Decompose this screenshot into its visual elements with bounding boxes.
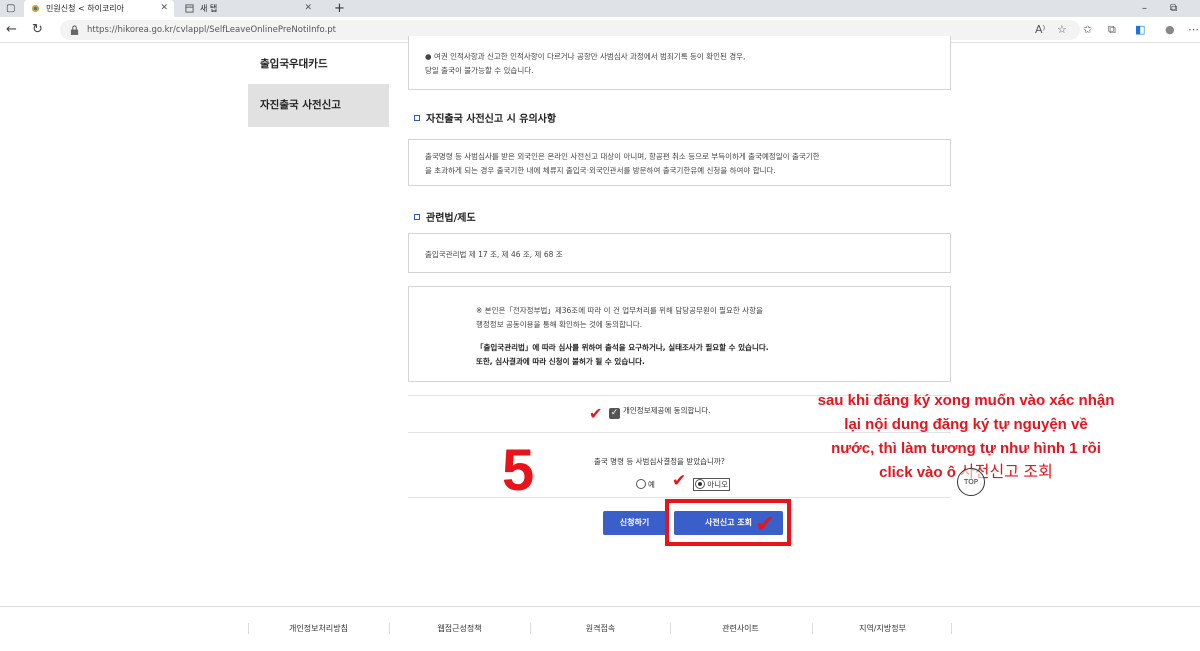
read-aloud-icon[interactable]: A⁾	[1035, 22, 1045, 38]
browser-tab-new[interactable]: 새 탭 ✕	[178, 0, 318, 17]
more-menu-icon[interactable]: ⋯	[1188, 22, 1199, 38]
footer-separator	[530, 623, 531, 634]
back-arrow-icon[interactable]: ←	[6, 21, 17, 39]
apply-button[interactable]: 신청하기	[603, 511, 666, 535]
radio-unselected-icon[interactable]	[636, 479, 646, 489]
precautions-line: 출국명령 등 사범심사를 받은 외국인은 온라인 사전신고 대상이 아니며, 항…	[425, 152, 820, 161]
question-label: 출국 명령 등 사범심사결정을 받았습니까?	[594, 457, 725, 466]
favorites-icon[interactable]: ✩	[1083, 22, 1092, 38]
tab-title: 새 탭	[200, 4, 218, 13]
refresh-icon[interactable]: ↻	[32, 21, 43, 39]
square-bullet-icon	[414, 214, 420, 220]
footer-separator	[389, 623, 390, 634]
section-title-laws: 관련법/제도	[414, 209, 476, 224]
sidebar-item-self-departure[interactable]: 자진출국 사전신고	[248, 84, 389, 127]
footer-link[interactable]: 개인정보처리방침	[256, 623, 381, 634]
agreement-line: 「출입국관리법」에 따라 심사를 위하여 출석을 요구하거나, 실태조사가 필요…	[476, 343, 769, 352]
agreement-box: ※ 본인은「전자정부법」제36조에 따라 이 건 업무처리를 위해 담당공무원이…	[408, 286, 951, 382]
sidebar-item-immigration-card[interactable]: 출입국우대카드	[248, 44, 389, 84]
checkbox-checked-icon[interactable]: ✓	[609, 408, 620, 419]
footer: 개인정보처리방침 웹접근성정책 원격접속 관련사이트 지역/지방정부	[0, 606, 1200, 651]
consent-label: 개인정보제공에 동의합니다.	[623, 406, 711, 415]
browser-tab-active[interactable]: 민원신청 < 하이코리아 ✕	[24, 0, 174, 17]
new-tab-page-icon	[185, 4, 194, 13]
consent-checkbox-row[interactable]: ✓ 개인정보제공에 동의합니다.	[609, 405, 711, 419]
extension-icon[interactable]: ◧	[1135, 22, 1145, 38]
laws-text: 출입국관리법 제 17 조, 제 46 조, 제 68 조	[425, 250, 563, 259]
agreement-line: 또한, 심사결과에 따라 신청이 불허가 될 수 있습니다.	[476, 357, 645, 366]
footer-link[interactable]: 지역/지방정부	[820, 623, 945, 634]
precautions-line: 을 초과하게 되는 경우 출국기한 내에 체류지 출입국·외국인관서를 방문하여…	[425, 166, 776, 175]
agreement-line: ※ 본인은「전자정부법」제36조에 따라 이 건 업무처리를 위해 담당공무원이…	[476, 306, 763, 315]
square-bullet-icon	[414, 115, 420, 121]
agreement-line: 행정정보 공동이용을 통해 확인하는 것에 동의합니다.	[476, 320, 643, 329]
lock-icon	[70, 25, 79, 35]
radio-selected-icon[interactable]	[695, 479, 706, 489]
red-checkmark-icon: ✔	[755, 510, 776, 538]
new-tab-button[interactable]: +	[334, 0, 345, 17]
site-favicon-icon	[31, 4, 40, 13]
minimize-window-icon[interactable]: –	[1142, 0, 1147, 17]
scroll-top-button[interactable]: TOP	[957, 468, 985, 496]
url-text: https://hikorea.go.kr/cvlappl/SelfLeaveO…	[87, 25, 337, 35]
footer-separator	[248, 623, 249, 634]
notice-line: 당일 출국이 불가능할 수 있습니다.	[425, 66, 534, 75]
footer-separator	[951, 623, 952, 634]
laws-box: 출입국관리법 제 17 조, 제 46 조, 제 68 조	[408, 233, 951, 273]
favorite-add-icon[interactable]: ☆	[1057, 22, 1067, 38]
red-checkmark-icon: ✔	[672, 471, 687, 491]
footer-link[interactable]: 웹접근성정책	[397, 623, 522, 634]
precautions-box: 출국명령 등 사범심사를 받은 외국인은 온라인 사전신고 대상이 아니며, 항…	[408, 139, 951, 186]
radio-yes[interactable]: 예	[636, 479, 655, 489]
footer-separator	[670, 623, 671, 634]
tab-actions-icon[interactable]: ▢	[6, 0, 15, 17]
red-checkmark-icon: ✔	[589, 404, 603, 423]
restore-window-icon[interactable]: ⧉	[1170, 0, 1177, 17]
section-title-precautions: 자진출국 사전신고 시 유의사항	[414, 110, 556, 125]
close-tab-icon[interactable]: ✕	[304, 0, 312, 17]
footer-link[interactable]: 원격접속	[538, 623, 663, 634]
step-number: 5	[502, 438, 535, 503]
close-tab-icon[interactable]: ✕	[160, 0, 168, 17]
sidebar-item-label: 출입국우대카드	[260, 58, 328, 70]
footer-separator	[812, 623, 813, 634]
sidebar-item-label: 자진출국 사전신고	[260, 99, 341, 111]
profile-avatar-icon[interactable]: ●	[1165, 22, 1175, 38]
notice-box: ● 여권 인적사항과 신고한 인적사항이 다르거나 공항만 사범심사 과정에서 …	[408, 36, 951, 90]
collections-icon[interactable]: ⧉	[1108, 22, 1116, 38]
tab-title: 민원신청 < 하이코리아	[46, 4, 125, 13]
browser-tab-bar: ▢ 민원신청 < 하이코리아 ✕ 새 탭 ✕ + – ⧉	[0, 0, 1200, 17]
notice-line: ● 여권 인적사항과 신고한 인적사항이 다르거나 공항만 사범심사 과정에서 …	[425, 52, 746, 61]
radio-no[interactable]: 아니오	[693, 478, 730, 491]
footer-link[interactable]: 관련사이트	[678, 623, 803, 634]
divider	[408, 497, 951, 498]
